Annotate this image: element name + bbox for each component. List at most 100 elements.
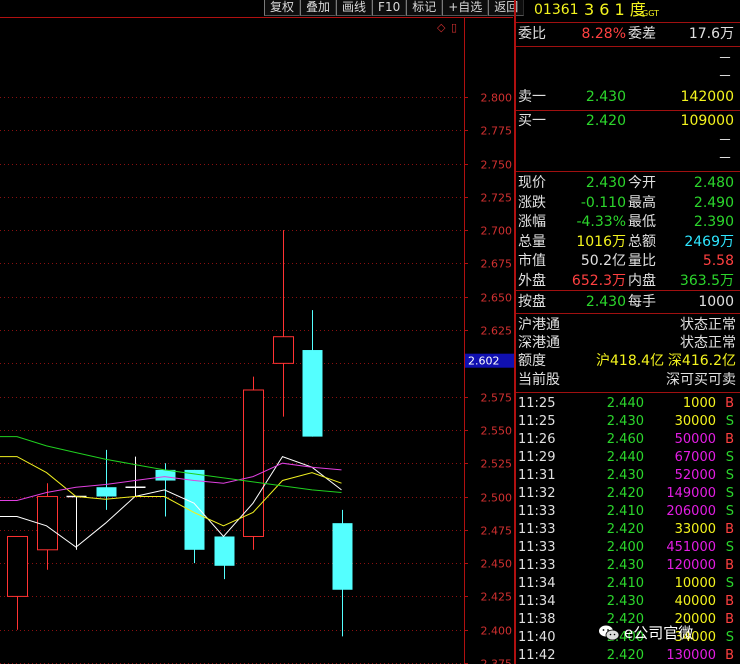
toolbar-button-overlay[interactable]: 叠加 (300, 0, 337, 16)
tick-time: 11:31 (518, 468, 556, 483)
tick-row[interactable]: 11:33 2.430 120000 B (516, 557, 740, 575)
tick-time: 11:34 (518, 594, 556, 609)
weicha-value: 17.6万 (688, 26, 734, 42)
stat-value: -0.110 (580, 194, 626, 211)
tick-volume: 130000 (666, 648, 716, 663)
divider (516, 171, 740, 172)
y-tick-label: 2.750 (481, 159, 513, 172)
tick-row[interactable]: 11:42 2.420 130000 B (516, 647, 740, 664)
stat-label: 总额 (628, 233, 656, 250)
tick-row[interactable]: 11:26 2.460 50000 B (516, 431, 740, 449)
toolbar-button-mark[interactable]: 标记 (406, 0, 443, 16)
tick-time: 11:32 (518, 486, 556, 501)
stat-value: 2469万 (684, 233, 734, 250)
stat-label: 市值 (518, 253, 546, 269)
tick-price: 2.420 (606, 522, 644, 537)
toolbar-button-draw-line[interactable]: 画线 (336, 0, 373, 16)
candle-body[interactable] (332, 523, 353, 590)
candle-body[interactable] (155, 469, 176, 481)
tick-side: B (725, 594, 734, 609)
stock-header: 01361 3 6 1 度 GGT (516, 1, 740, 19)
y-tick-label: 2.675 (481, 258, 513, 271)
shen-connect-status: 状态正常 (680, 335, 736, 351)
tick-price: 2.410 (606, 576, 644, 591)
tick-time: 11:25 (518, 396, 556, 411)
tick-volume: 40000 (674, 594, 716, 609)
tick-volume: 451000 (666, 540, 716, 555)
tick-row[interactable]: 11:33 2.420 33000 B (516, 521, 740, 539)
toolbar-button-add-watchlist[interactable]: +自选 (442, 0, 489, 16)
sell1-row[interactable]: 卖一 2.430 142000 (516, 88, 740, 106)
tick-time: 11:33 (518, 504, 556, 519)
candle-body[interactable] (243, 389, 264, 537)
tick-time: 11:26 (518, 432, 556, 447)
tick-price: 2.430 (606, 468, 644, 483)
hu-connect-status: 状态正常 (680, 317, 736, 333)
y-tick-label: 2.625 (481, 325, 513, 338)
tick-volume: 50000 (674, 432, 716, 447)
empty-dash: － (718, 69, 732, 85)
anpan-label: 按盘 (518, 294, 546, 310)
anpan-row: 按盘 2.430 每手 1000 (516, 293, 740, 311)
tick-row[interactable]: 11:25 2.430 30000 S (516, 413, 740, 431)
divider (516, 392, 740, 393)
candle-body[interactable] (96, 487, 117, 497)
tick-volume: 120000 (666, 558, 716, 573)
stat-label: 今开 (628, 175, 656, 191)
y-tick-label: 2.375 (481, 658, 513, 664)
tick-row[interactable]: 11:34 2.410 10000 S (516, 575, 740, 593)
tick-volume: 52000 (674, 468, 716, 483)
stat-value: 50.2亿 (580, 253, 626, 269)
tick-row[interactable]: 11:33 2.410 206000 S (516, 503, 740, 521)
lot-size-label: 每手 (628, 294, 656, 310)
candlestick-chart[interactable]: 2.800 2.775 2.750 2.725 2.700 2.675 2.650 2.625… (0, 0, 515, 664)
toolbar-button-fuquan[interactable]: 复权 (264, 0, 301, 16)
weibi-label: 委比 (518, 26, 546, 42)
quote-stat-row: 涨幅 -4.33% 最低 2.390 (516, 213, 740, 231)
stat-label: 总量 (518, 233, 546, 250)
tick-side: B (725, 432, 734, 447)
window-icon[interactable]: ▯ (451, 21, 457, 34)
diamond-icon[interactable]: ◇ (437, 21, 446, 34)
tick-row[interactable]: 11:33 2.400 451000 S (516, 539, 740, 557)
y-tick-label: 2.425 (481, 591, 513, 604)
tick-row[interactable]: 11:31 2.430 52000 S (516, 467, 740, 485)
tick-volume: 149000 (666, 486, 716, 501)
weibi-row: 委比 8.28% 委差 17.6万 (516, 25, 740, 43)
stat-label: 量比 (628, 253, 656, 269)
y-tick-label: 2.800 (481, 92, 513, 105)
stat-value: 5.58 (702, 253, 734, 269)
quote-stat-row: 现价 2.430 今开 2.480 (516, 174, 740, 192)
candle-body[interactable] (302, 350, 323, 437)
candle-body[interactable] (37, 496, 58, 551)
tick-price: 2.420 (606, 486, 644, 501)
stat-label: 最低 (628, 214, 656, 230)
tick-row[interactable]: 11:25 2.440 1000 B (516, 395, 740, 413)
tick-time: 11:40 (518, 630, 556, 645)
y-tick-label: 2.450 (481, 558, 513, 571)
tick-side: S (725, 450, 734, 465)
buy1-row[interactable]: 买一 2.420 109000 (516, 112, 740, 130)
tick-side: S (725, 540, 734, 555)
stat-value: 652.3万 (571, 272, 626, 289)
tick-price: 2.440 (606, 450, 644, 465)
tick-side: S (725, 504, 734, 519)
tick-row[interactable]: 11:32 2.420 149000 S (516, 485, 740, 503)
candle-body[interactable] (184, 469, 205, 550)
candle-body[interactable] (214, 536, 235, 566)
candle-body[interactable] (7, 535, 28, 597)
divider (516, 22, 740, 23)
tick-price: 2.460 (606, 432, 644, 447)
tick-row[interactable]: 11:29 2.440 67000 S (516, 449, 740, 467)
quota-label: 额度 (518, 353, 546, 369)
empty-dash: － (718, 151, 732, 167)
sell1-label: 卖一 (518, 89, 546, 105)
divider (516, 290, 740, 291)
empty-dash: － (718, 51, 732, 67)
toolbar-button-f10[interactable]: F10 (372, 0, 407, 16)
tick-price: 2.410 (606, 504, 644, 519)
lot-size-value: 1000 (698, 294, 734, 310)
candle-body[interactable] (273, 336, 294, 364)
tick-row[interactable]: 11:34 2.430 40000 B (516, 593, 740, 611)
stat-value: 2.480 (693, 175, 734, 191)
